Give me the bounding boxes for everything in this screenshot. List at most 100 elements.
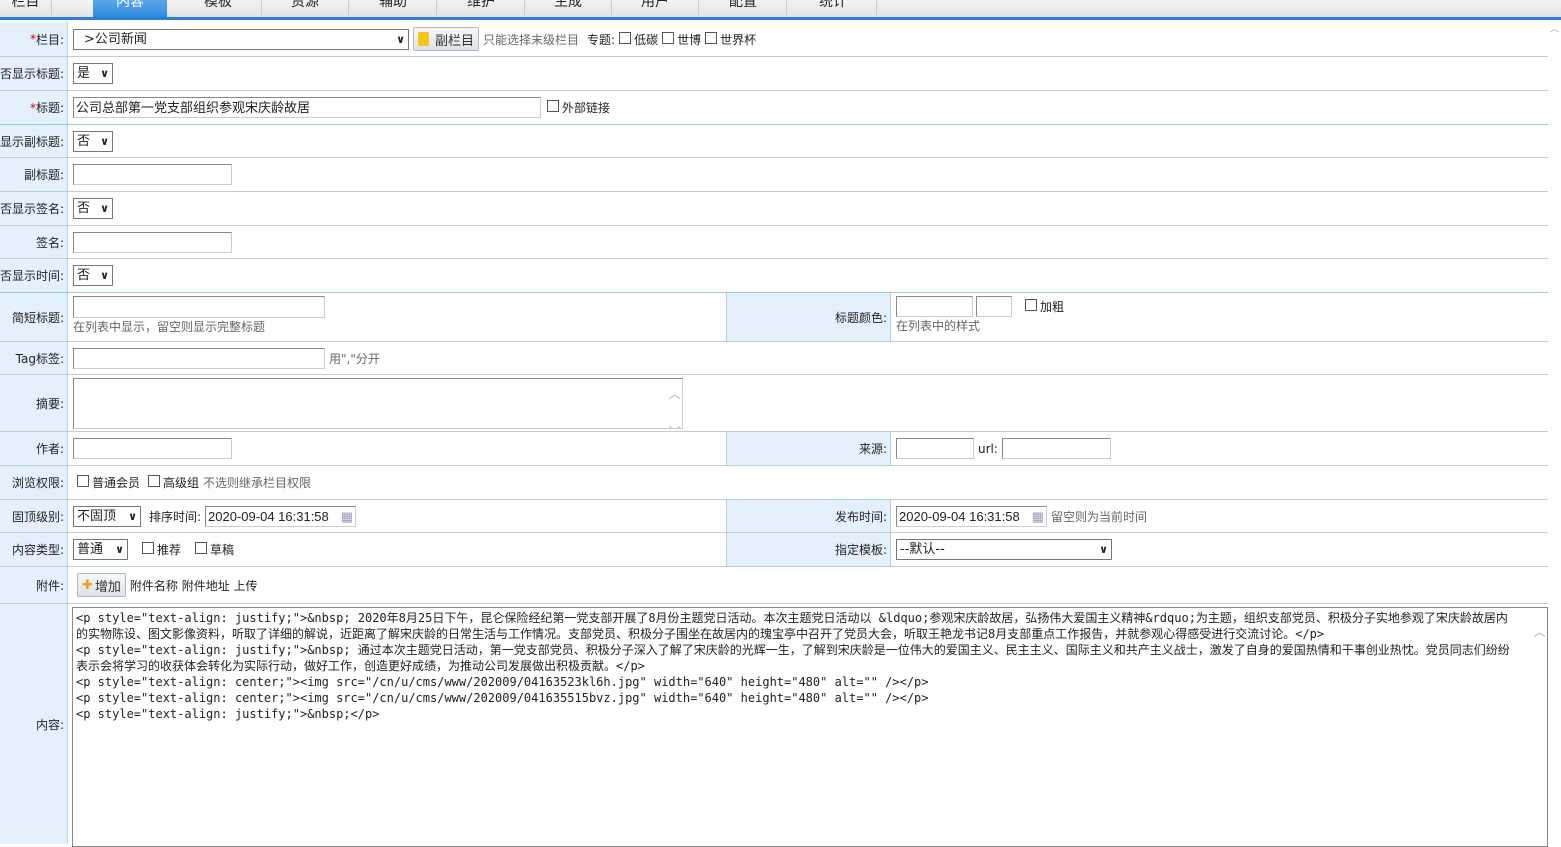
selected-value: 是: [77, 66, 91, 81]
row-tags: Tag标签: 用","分开: [0, 342, 1548, 375]
chevron-down-icon: ∨: [100, 269, 109, 282]
sign-label: 签名:: [0, 226, 68, 258]
advanced-group-checkbox[interactable]: 高级组: [148, 474, 199, 491]
row-top-level: 固顶级别: 不固顶 ∨ 排序时间: 2020-09-04 16:31:58 ▦ 发布…: [0, 500, 1548, 533]
tab-resource[interactable]: 资源: [262, 0, 349, 17]
tab-template[interactable]: 模板: [175, 0, 262, 17]
show-time-select[interactable]: 否 ∨: [73, 265, 113, 286]
subtitle-input[interactable]: [73, 164, 232, 185]
calendar-icon[interactable]: ▦: [1032, 507, 1044, 526]
selected-value: 普通: [77, 542, 104, 557]
editor-text: <p style="text-align: justify;">&nbsp; 2…: [76, 611, 1510, 721]
label-text: 标题:: [35, 101, 64, 115]
show-subtitle-label: 是否显示副标题:: [0, 125, 68, 157]
publish-time-hint: 留空则为当前时间: [1051, 509, 1148, 524]
topic-checkbox-worldcup[interactable]: 世界杯: [705, 31, 756, 48]
author-input[interactable]: [73, 438, 232, 459]
channel-select[interactable]: >公司新闻 ∨: [73, 28, 409, 50]
row-summary: 摘要: ︿﹀: [0, 375, 1548, 432]
template-label: 指定模板:: [726, 533, 891, 566]
content-type-select[interactable]: 普通 ∨: [73, 539, 128, 560]
chevron-down-icon: ∨: [396, 32, 405, 46]
topic-text: 世界杯: [720, 32, 757, 47]
topic-text: 世博: [677, 32, 702, 47]
summary-textarea[interactable]: ︿﹀: [73, 378, 683, 429]
source-input[interactable]: [896, 438, 974, 459]
sub-channel-button[interactable]: 副栏目: [413, 27, 480, 51]
title-color-hint: 在列表中的样式: [896, 319, 981, 333]
folder-icon: [418, 32, 429, 46]
top-nav-tabs: 栏目 内容 模板 资源 辅助 维护 生成 用户 配置 统计: [0, 0, 1561, 20]
tab-content[interactable]: 内容: [93, 0, 167, 17]
template-select[interactable]: --默认-- ∨: [896, 539, 1112, 560]
selected-value: 否: [77, 133, 91, 149]
chevron-down-icon: ∨: [128, 509, 137, 523]
tab-user[interactable]: 用户: [612, 0, 699, 17]
tab-stats[interactable]: 统计: [790, 0, 877, 17]
row-channel: * 栏目: >公司新闻 ∨ 副栏目 只能选择末级栏目 专题: 低碳 世博 世界杯: [0, 22, 1548, 57]
row-short-title: 简短标题: 在列表中显示，留空则显示完整标题 标题颜色: 加粗 在列表中的样式: [0, 293, 1548, 342]
short-title-hint: 在列表中显示，留空则显示完整标题: [73, 320, 266, 334]
show-title-select[interactable]: 是 ∨: [73, 63, 113, 84]
url-label: url:: [978, 441, 998, 456]
member-checkbox[interactable]: 普通会员: [77, 474, 140, 491]
selected-value: 不固顶: [77, 508, 117, 524]
add-attachment-button[interactable]: ✚ 增加: [77, 573, 126, 597]
row-show-subtitle: 是否显示副标题: 否∨: [0, 125, 1548, 158]
add-file-icon: ✚: [82, 577, 93, 593]
page-scrollbar[interactable]: ︿: [1548, 20, 1561, 839]
short-title-label: 简短标题:: [0, 293, 68, 341]
selected-value: 否: [77, 201, 91, 216]
selected-value: 否: [77, 268, 91, 283]
topic-label: 专题:: [587, 32, 616, 47]
summary-label: 摘要:: [0, 375, 68, 431]
scrollbar[interactable]: ︿﹀: [667, 379, 682, 428]
bold-checkbox[interactable]: 加粗: [1025, 298, 1064, 315]
row-show-time: 是否显示时间: 否∨: [0, 259, 1548, 293]
tab-generate[interactable]: 生成: [525, 0, 612, 17]
topic-checkbox-lowcarbon[interactable]: 低碳: [619, 31, 658, 48]
content-type-label: 内容类型:: [0, 533, 68, 566]
row-author: 作者: 来源: url:: [0, 432, 1548, 466]
editor-scrollbar[interactable]: ︿: [1532, 608, 1547, 846]
row-sign: 签名:: [0, 226, 1548, 259]
tab-config[interactable]: 配置: [700, 0, 787, 17]
row-content-type: 内容类型: 普通 ∨ 推荐 草稿 指定模板: --默认-- ∨: [0, 533, 1548, 567]
sort-time-input[interactable]: 2020-09-04 16:31:58 ▦: [205, 505, 357, 527]
tab-assist[interactable]: 辅助: [350, 0, 437, 17]
title-input[interactable]: 公司总部第一党支部组织参观宋庆龄故居: [73, 97, 541, 118]
publish-time-input[interactable]: 2020-09-04 16:31:58 ▦: [896, 505, 1047, 527]
tab-maintain[interactable]: 维护: [438, 0, 525, 17]
row-attachment: 附件: ✚ 增加 附件名称 附件地址 上传: [0, 567, 1548, 604]
tags-hint: 用","分开: [329, 351, 380, 366]
subtitle-label: 副标题:: [0, 158, 68, 191]
channel-hint: 只能选择末级栏目: [483, 32, 580, 47]
tags-input[interactable]: [73, 347, 325, 369]
sign-input[interactable]: [73, 231, 232, 253]
show-sign-select[interactable]: 否 ∨: [73, 198, 113, 219]
label-text: 栏目:: [35, 32, 64, 47]
short-title-input[interactable]: [73, 296, 325, 318]
show-sign-label: 是否显示签名:: [0, 192, 68, 225]
checkbox-text: 草稿: [210, 543, 235, 557]
top-level-select[interactable]: 不固顶 ∨: [73, 505, 141, 527]
title-color-swatch[interactable]: [976, 296, 1012, 317]
content-label: 内容:: [0, 604, 68, 844]
selected-value: >公司新闻: [84, 31, 147, 47]
url-input[interactable]: [1001, 438, 1111, 459]
external-link-checkbox[interactable]: 外部链接: [547, 99, 610, 116]
row-subtitle: 副标题:: [0, 158, 1548, 192]
draft-checkbox[interactable]: 草稿: [195, 541, 234, 558]
recommend-checkbox[interactable]: 推荐: [142, 541, 181, 558]
row-show-title: 是否显示标题: 是∨: [0, 57, 1548, 91]
chevron-down-icon: ∨: [115, 543, 124, 556]
row-content: 内容: <p style="text-align: justify;">&nbs…: [0, 604, 1548, 847]
tab-channel[interactable]: 栏目: [0, 0, 52, 17]
calendar-icon[interactable]: ▦: [341, 507, 353, 526]
content-editor[interactable]: <p style="text-align: justify;">&nbsp; 2…: [72, 607, 1548, 847]
title-color-input[interactable]: [896, 296, 973, 317]
view-permission-label: 浏览权限:: [0, 466, 68, 499]
chevron-down-icon: ∨: [100, 202, 109, 215]
topic-checkbox-expo[interactable]: 世博: [662, 31, 701, 48]
show-subtitle-select[interactable]: 否 ∨: [73, 130, 113, 152]
